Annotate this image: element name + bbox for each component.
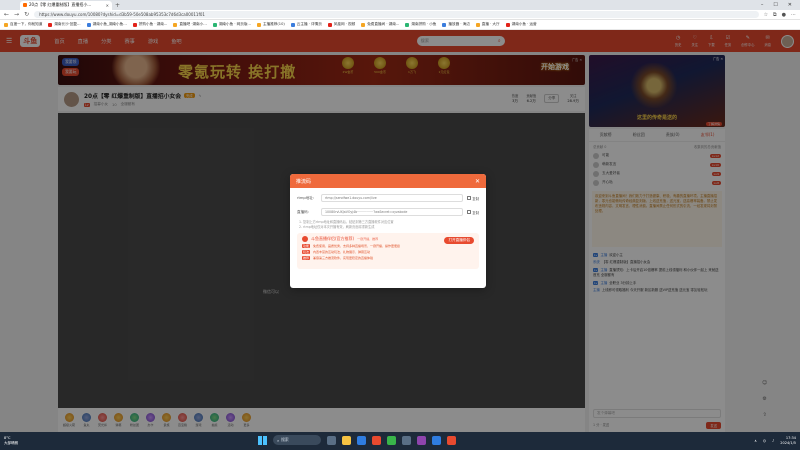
promo-line: 玩法 内置丰富的互动玩法，礼物展示、弹幕互动 [302,250,371,255]
promo-line: 功能 免费使用，画质优秀，支持多种直播场景，一键开播，操作更便捷 [302,244,401,249]
maximize-icon[interactable]: ☐ [773,2,777,8]
bookmark-icon [290,22,295,27]
dialog-tip: 2. rtmp地址仅对本次开播有效，刷新页面将重新生成 [299,225,375,230]
chrome-icon[interactable] [432,435,441,445]
bookmark-icon [4,22,8,27]
bookmark-item[interactable]: 云主播 · 详情页 [290,22,322,27]
rtmp-label: rtmp地址: [297,195,315,200]
bookmark-item[interactable]: 主播推荐(10) [257,22,285,27]
reload-icon[interactable]: ↻ [24,11,29,18]
promo-line: 推荐 兼容第三方推流软件，实现更稳定的直播体验 [302,256,374,261]
bookmark-icon [475,22,480,27]
companion-app-icon [302,236,308,243]
bookmark-item[interactable]: 湖南小鱼_湖南小鱼… [86,22,127,27]
browser-menu-icon[interactable]: ⋯ [791,12,796,18]
rtmp-address-field[interactable]: rtmp://sendfwe1.douyu.com/live [321,194,464,202]
bookmark-item[interactable]: 湖南小鱼 · 网页版… [212,22,251,27]
task-view-icon[interactable] [327,435,336,445]
bookmark-item[interactable]: 湖南小鱼 · 运营 [505,22,537,27]
copy-rtmp-button[interactable]: 复制 [467,196,479,201]
taskbar-search[interactable]: ⌕ 搜索 [273,435,321,445]
minimize-icon[interactable]: – [761,2,764,8]
douyu-favicon-icon [23,3,27,7]
open-companion-button[interactable]: 打开直播伴侣 [444,237,474,245]
system-clock[interactable]: 17:34 2024/1/5 [780,436,796,445]
copy-code-button[interactable]: 复制 [467,210,479,215]
bookmark-icon [405,22,410,27]
tray-chevron-icon[interactable]: ∧ [754,439,757,443]
bookmark-item[interactable]: 直播吧 ·湖南小… [173,22,207,27]
stream-key-dialog: 推流码 ✕ rtmp地址: rtmp://sendfwe1.douyu.com/… [290,174,486,288]
bookmark-item[interactable]: 百度一下，你就知道 [4,22,42,27]
store-icon[interactable] [402,435,411,445]
bookmark-item[interactable]: 免费直播间 · 湖南… [361,22,399,27]
bookmark-icon [212,22,217,27]
extensions-icon[interactable]: ⧉ [773,12,777,18]
stream-code-label: 直播码: [297,209,309,214]
obs-icon[interactable] [417,435,426,445]
bookmark-item[interactable]: 直播 · 大厅 [475,22,500,27]
back-icon[interactable]: ← [4,11,9,18]
bookmark-icon [505,22,510,27]
wechat-icon[interactable] [387,435,396,445]
close-icon[interactable]: ✕ [475,178,480,185]
promo-subtitle: 一键开播，推荐 [357,237,379,242]
weather-widget[interactable]: 8°C 大部晴朗 [4,436,18,445]
close-window-icon[interactable]: ✕ [788,2,792,8]
new-tab-icon[interactable]: + [115,2,120,9]
bookmark-item[interactable]: 湖南长沙·回复… [48,22,81,27]
bookmark-item[interactable]: 凤凰网 · 视频 [327,22,355,27]
copy-icon [467,196,472,200]
bookmark-icon [257,22,262,27]
profile-icon[interactable]: ● [782,12,786,18]
bookmark-item[interactable]: 拼购小鱼 · 湖南… [132,22,167,27]
tab-title: 20点【零 红爆重制版】直播招小… [29,2,92,7]
bookmarks-bar: 百度一下，你就知道 湖南长沙·回复… 湖南小鱼_湖南小鱼… 拼购小鱼 · 湖南…… [0,20,800,30]
windows-taskbar: 8°C 大部晴朗 ⌕ 搜索 ∧ ⌬ ♪ 17:34 2024/1/5 [0,432,800,450]
bookmark-icon [48,22,53,27]
search-icon: ⌕ [277,437,280,443]
bookmark-icon [132,22,137,27]
douyu-app-icon[interactable] [372,435,381,445]
address-bar: ← → ↻ https://www.douyu.com/10080?dyshid… [0,10,800,20]
bookmark-icon [361,22,366,27]
star-icon[interactable]: ☆ [764,12,768,18]
bookmark-icon [442,22,447,27]
forward-icon[interactable]: → [14,11,19,18]
stream-code-field[interactable]: 10080rvUXJaVOyj4b················?wsSecr… [321,208,464,216]
network-icon[interactable]: ⌬ [763,439,766,443]
windows-start-icon[interactable] [258,435,267,445]
bookmark-icon [86,22,91,27]
bookmark-item[interactable]: 湖南拼购 · 小鱼 [405,22,436,27]
live-companion-promo: 斗鱼直播伴侣(官方推荐) 一键开播，推荐 打开直播伴侣 功能 免费使用，画质优秀，… [297,233,479,270]
promo-title: 斗鱼直播伴侣(官方推荐) [311,236,355,242]
browser-tab[interactable]: 20点【零 红爆重制版】直播招小… ✕ [20,0,112,10]
edge-browser-icon[interactable] [357,435,366,445]
copy-icon [467,210,472,214]
close-tab-icon[interactable]: ✕ [106,3,109,8]
bookmark-icon [173,22,178,27]
bookmark-icon [327,22,332,27]
media-app-icon[interactable] [447,435,456,445]
file-explorer-icon[interactable] [342,435,351,445]
url-input[interactable]: https://www.douyu.com/10080?dyshid=d3b59… [34,11,759,18]
volume-icon[interactable]: ♪ [772,439,774,443]
bookmark-item[interactable]: 播放器 · 海边 [442,22,470,27]
browser-tabbar: 20点【零 红爆重制版】直播招小… ✕ + – ☐ ✕ [0,0,800,10]
dialog-title: 推流码 [296,178,312,185]
